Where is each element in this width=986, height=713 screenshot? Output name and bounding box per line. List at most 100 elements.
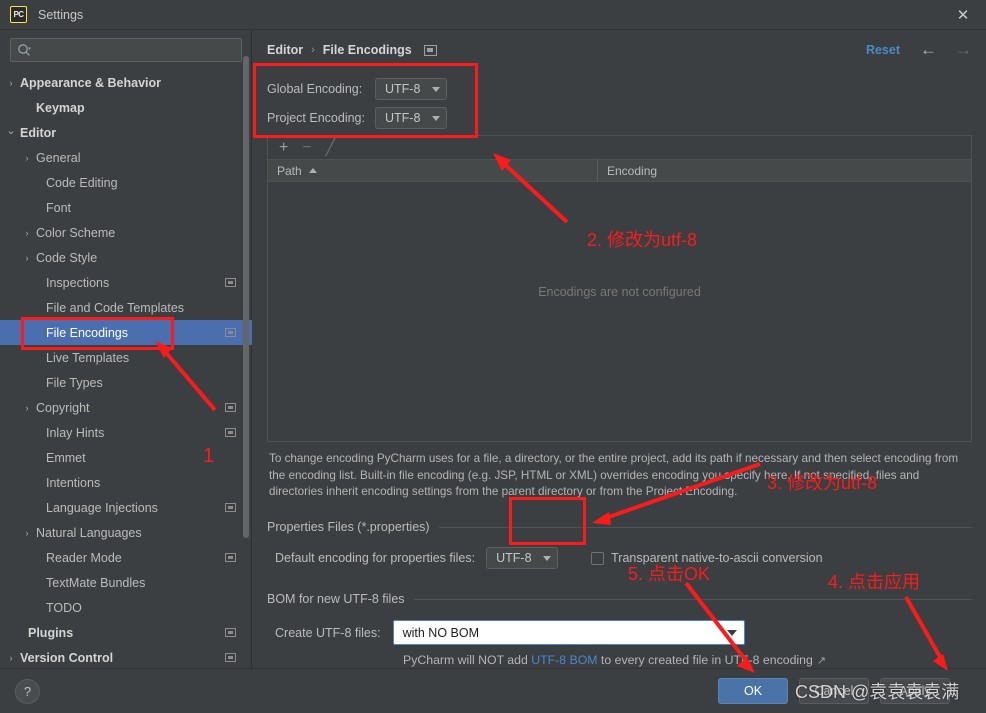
create-utf8-value: with NO BOM [402, 625, 479, 640]
sidebar-item-inspections[interactable]: Inspections [0, 270, 252, 295]
sidebar-item-general[interactable]: › General [0, 145, 252, 170]
sidebar-item-natural-languages[interactable]: › Natural Languages [0, 520, 252, 545]
project-encoding-value: UTF-8 [385, 111, 421, 125]
properties-encoding-row: Default encoding for properties files: U… [275, 547, 823, 569]
sidebar-item-label: Code Style [36, 250, 98, 265]
chevron-right-icon[interactable]: › [22, 228, 32, 238]
project-scope-icon [225, 278, 236, 287]
sidebar-item-language-injections[interactable]: Language Injections [0, 495, 252, 520]
sidebar-item-keymap[interactable]: Keymap [0, 95, 252, 120]
bom-section-header: BOM for new UTF-8 files [267, 592, 972, 606]
sidebar-item-emmet[interactable]: Emmet [0, 445, 252, 470]
sidebar-item-file-encodings[interactable]: File Encodings [0, 320, 252, 345]
project-scope-icon [225, 553, 236, 562]
sidebar-item-label: Code Editing [46, 175, 118, 190]
breadcrumb-parent[interactable]: Editor [267, 43, 303, 57]
global-encoding-value: UTF-8 [385, 82, 421, 96]
settings-search-box[interactable] [10, 38, 242, 62]
sidebar-item-code-editing[interactable]: Code Editing [0, 170, 252, 195]
project-encoding-label: Project Encoding: [267, 111, 365, 125]
sidebar-item-label: General [36, 150, 81, 165]
properties-encoding-select[interactable]: UTF-8 [486, 547, 559, 569]
edit-path-button: ╱ [325, 138, 336, 156]
chevron-right-icon[interactable]: › [6, 653, 16, 663]
sidebar-item-appearance-behavior[interactable]: › Appearance & Behavior [0, 70, 252, 95]
sidebar-item-color-scheme[interactable]: › Color Scheme [0, 220, 252, 245]
ok-button[interactable]: OK [718, 678, 788, 704]
search-input[interactable] [32, 43, 241, 57]
global-encoding-row: Global Encoding: UTF-8 [267, 78, 447, 100]
apply-button[interactable]: Apply [880, 678, 950, 704]
chevron-right-icon[interactable]: › [22, 403, 32, 413]
chevron-right-icon[interactable]: › [22, 253, 32, 263]
bom-note: PyCharm will NOT add UTF-8 BOM to every … [403, 653, 826, 667]
add-path-button[interactable]: + [279, 139, 288, 156]
sidebar-item-label: File Types [46, 375, 103, 390]
sidebar-item-version-control[interactable]: › Version Control [0, 645, 252, 668]
sidebar-item-copyright[interactable]: › Copyright [0, 395, 252, 420]
project-scope-icon [225, 403, 236, 412]
sidebar-item-label: Appearance & Behavior [20, 75, 162, 90]
close-icon[interactable]: ✕ [940, 0, 986, 30]
sidebar-item-todo[interactable]: TODO [0, 595, 252, 620]
properties-encoding-value: UTF-8 [496, 551, 532, 565]
encodings-table-body[interactable]: Encodings are not configured [267, 182, 972, 442]
chevron-right-icon[interactable]: › [22, 528, 32, 538]
sidebar-item-inlay-hints[interactable]: Inlay Hints [0, 420, 252, 445]
sidebar-item-label: Intentions [46, 475, 101, 490]
bom-note-link[interactable]: UTF-8 BOM [531, 653, 597, 667]
breadcrumb: Editor › File Encodings [267, 43, 437, 57]
transparent-ascii-label: Transparent native-to-ascii conversion [611, 551, 823, 565]
sidebar-item-label: Emmet [46, 450, 86, 465]
sidebar-scrollbar-thumb[interactable] [243, 56, 249, 538]
project-encoding-select[interactable]: UTF-8 [375, 107, 447, 129]
column-header-encoding[interactable]: Encoding [598, 159, 657, 182]
sidebar-item-label: Live Templates [46, 350, 130, 365]
project-scope-icon [225, 328, 236, 337]
sidebar-item-plugins[interactable]: Plugins [0, 620, 252, 645]
sidebar-item-textmate-bundles[interactable]: TextMate Bundles [0, 570, 252, 595]
sidebar-item-file-and-code-templates[interactable]: File and Code Templates [0, 295, 252, 320]
help-button[interactable]: ? [15, 679, 40, 704]
empty-table-message: Encodings are not configured [538, 285, 701, 299]
chevron-right-icon[interactable]: › [22, 153, 32, 163]
transparent-ascii-checkbox[interactable] [591, 551, 605, 565]
external-link-icon[interactable]: ↗ [817, 655, 826, 667]
section-divider [438, 526, 972, 528]
bom-section-title: BOM for new UTF-8 files [267, 592, 405, 606]
sidebar-item-live-templates[interactable]: Live Templates [0, 345, 252, 370]
sidebar-item-label: Plugins [28, 625, 74, 640]
search-icon [17, 43, 32, 58]
sidebar-item-label: Color Scheme [36, 225, 116, 240]
project-encoding-row: Project Encoding: UTF-8 [267, 107, 447, 129]
nav-forward-icon: → [955, 40, 972, 59]
bom-note-suffix: to every created file in UTF-8 encoding [597, 653, 813, 667]
nav-back-icon[interactable]: ← [920, 41, 937, 58]
sidebar-item-label: TODO [46, 600, 82, 615]
encoding-help-text: To change encoding PyCharm uses for a fi… [269, 452, 959, 498]
breadcrumb-separator-icon: › [311, 44, 315, 56]
global-encoding-select[interactable]: UTF-8 [375, 78, 447, 100]
sidebar-item-label: Version Control [20, 650, 114, 665]
sidebar-item-editor[interactable]: ⌄ Editor [0, 120, 252, 145]
sidebar-item-label: Font [46, 200, 72, 215]
sidebar-item-reader-mode[interactable]: Reader Mode [0, 545, 252, 570]
sidebar-item-intentions[interactable]: Intentions [0, 470, 252, 495]
title-bar: PC Settings ✕ [0, 0, 986, 30]
properties-section-header: Properties Files (*.properties) [267, 520, 972, 534]
chevron-right-icon[interactable]: › [6, 78, 16, 88]
sidebar-item-label: File and Code Templates [46, 300, 185, 315]
settings-sidebar: › Appearance & Behavior Keymap ⌄ Editor › Gene… [0, 30, 252, 668]
sidebar-item-label: Natural Languages [36, 525, 142, 540]
reset-link[interactable]: Reset [866, 43, 900, 57]
column-header-path[interactable]: Path [268, 159, 598, 182]
sidebar-item-file-types[interactable]: File Types [0, 370, 252, 395]
chevron-down-icon [432, 86, 440, 92]
project-scope-icon [225, 428, 236, 437]
sidebar-item-font[interactable]: Font [0, 195, 252, 220]
sidebar-item-code-style[interactable]: › Code Style [0, 245, 252, 270]
cancel-button[interactable]: Cancel [799, 678, 869, 704]
remove-path-button: − [302, 138, 312, 156]
chevron-down-icon[interactable]: ⌄ [6, 125, 16, 137]
create-utf8-select[interactable]: with NO BOM [392, 620, 745, 645]
